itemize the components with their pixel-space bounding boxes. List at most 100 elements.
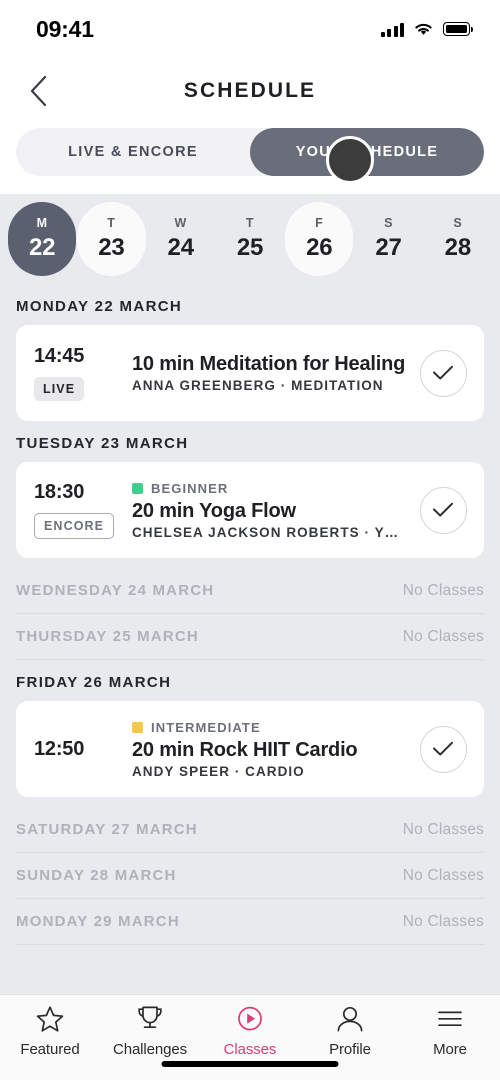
class-card-info: 10 min Meditation for Healing ANNA GREEN… xyxy=(132,353,416,393)
segmented-control-wrap: LIVE & ENCORE YOUR SCHEDULE xyxy=(0,124,500,194)
class-card-left: 18:30 ENCORE xyxy=(30,481,132,539)
completed-check-button[interactable] xyxy=(419,349,467,397)
date-cell-27[interactable]: S 27 xyxy=(354,202,422,276)
no-classes-label: No Classes xyxy=(402,627,484,645)
date-strip: M 22 T 23 W 24 T 25 F 26 S 27 S 28 xyxy=(0,194,500,284)
play-circle-icon xyxy=(238,1006,262,1031)
empty-day-row: MONDAY 29 MARCH No Classes xyxy=(16,899,484,945)
status-bar: 09:41 xyxy=(0,0,500,58)
segmented-control: LIVE & ENCORE YOUR SCHEDULE xyxy=(16,128,484,176)
date-number: 25 xyxy=(236,234,264,261)
date-cell-28[interactable]: S 28 xyxy=(424,202,492,276)
schedule-list[interactable]: MONDAY 22 MARCH 14:45 LIVE 10 min Medita… xyxy=(0,284,500,994)
no-classes-label: No Classes xyxy=(402,866,484,884)
no-classes-label: No Classes xyxy=(402,581,484,599)
class-card-info: INTERMEDIATE 20 min Rock HIIT Cardio AND… xyxy=(132,720,416,779)
date-number: 27 xyxy=(375,234,402,261)
class-time: 18:30 xyxy=(34,481,85,503)
date-number: 23 xyxy=(98,234,125,261)
level-color-swatch xyxy=(132,721,143,733)
tab-classes[interactable]: Classes xyxy=(200,1005,300,1058)
section-heading: MONDAY 29 MARCH xyxy=(16,913,180,930)
date-dow: W xyxy=(174,216,187,230)
date-cell-26[interactable]: F 26 xyxy=(285,202,354,276)
no-classes-label: No Classes xyxy=(402,820,484,838)
class-card[interactable]: 18:30 ENCORE BEGINNER 20 min Yoga Flow C… xyxy=(16,462,484,558)
empty-day-row: SATURDAY 27 MARCH No Classes xyxy=(16,807,484,853)
date-dow: S xyxy=(384,216,394,230)
tab-label: Classes xyxy=(223,1041,277,1058)
class-card-action xyxy=(416,349,470,397)
tab-live-and-encore[interactable]: LIVE & ENCORE xyxy=(16,128,250,176)
completed-check-button[interactable] xyxy=(419,486,467,534)
date-cell-23[interactable]: T 23 xyxy=(77,202,146,276)
tab-label: Profile xyxy=(329,1041,371,1058)
empty-day-row: SUNDAY 28 MARCH No Classes xyxy=(16,853,484,899)
date-dow: M xyxy=(36,216,48,230)
class-title: 20 min Yoga Flow xyxy=(132,499,296,522)
chevron-left-icon xyxy=(30,75,46,107)
check-icon xyxy=(433,365,453,380)
check-icon xyxy=(433,502,453,517)
date-number: 28 xyxy=(444,234,471,261)
tab-more[interactable]: More xyxy=(400,1005,500,1058)
bottom-tab-bar: Featured Challenges Classes Profile More xyxy=(0,994,500,1080)
class-badge-encore: ENCORE xyxy=(34,513,115,539)
class-meta: ANNA GREENBERG · MEDITATION xyxy=(132,378,384,393)
date-number: 26 xyxy=(306,234,333,261)
tab-featured[interactable]: Featured xyxy=(0,1005,100,1058)
trophy-icon xyxy=(138,1006,162,1029)
section-heading: WEDNESDAY 24 MARCH xyxy=(16,582,215,599)
date-dow: T xyxy=(245,216,255,230)
level-color-swatch xyxy=(132,482,143,494)
tab-challenges[interactable]: Challenges xyxy=(100,1005,200,1058)
class-level: BEGINNER xyxy=(132,481,416,496)
check-icon xyxy=(433,741,453,756)
date-cell-25[interactable]: T 25 xyxy=(216,202,284,276)
section-heading: SATURDAY 27 MARCH xyxy=(16,821,198,838)
back-button[interactable] xyxy=(16,69,60,113)
class-time: 12:50 xyxy=(34,737,85,760)
class-badge-live: LIVE xyxy=(34,377,85,401)
section-heading: THURSDAY 25 MARCH xyxy=(16,628,199,645)
home-indicator xyxy=(161,1061,339,1067)
tab-your-schedule[interactable]: YOUR SCHEDULE xyxy=(250,128,484,176)
date-number: 24 xyxy=(167,234,194,261)
status-time: 09:41 xyxy=(36,15,94,42)
tab-profile[interactable]: Profile xyxy=(300,1005,400,1058)
class-card[interactable]: 14:45 LIVE 10 min Meditation for Healing… xyxy=(16,325,484,421)
tab-label: More xyxy=(433,1041,467,1058)
hamburger-menu-icon xyxy=(438,1011,462,1027)
battery-full-icon xyxy=(443,22,473,36)
tab-label: Challenges xyxy=(112,1041,188,1058)
section-heading: TUESDAY 23 MARCH xyxy=(16,435,189,452)
nav-bar: SCHEDULE xyxy=(0,58,500,124)
level-label: INTERMEDIATE xyxy=(151,719,261,735)
empty-day-row: THURSDAY 25 MARCH No Classes xyxy=(16,614,484,660)
date-cell-24[interactable]: W 24 xyxy=(147,202,215,276)
class-card-action xyxy=(416,725,470,773)
class-meta: CHELSEA JACKSON ROBERTS · Y… xyxy=(132,524,400,540)
class-card-left: 14:45 LIVE xyxy=(30,345,132,401)
cellular-bars-icon xyxy=(380,22,404,37)
class-title: 20 min Rock HIIT Cardio xyxy=(132,738,358,761)
page-title: SCHEDULE xyxy=(183,79,317,102)
no-classes-label: No Classes xyxy=(402,912,484,930)
empty-day-row: WEDNESDAY 24 MARCH No Classes xyxy=(16,568,484,614)
star-icon xyxy=(36,1006,64,1032)
date-dow: T xyxy=(107,216,116,230)
section-heading: FRIDAY 26 MARCH xyxy=(16,674,172,691)
class-meta: ANDY SPEER · CARDIO xyxy=(132,763,305,779)
wifi-icon xyxy=(415,23,432,35)
date-cell-22[interactable]: M 22 xyxy=(8,202,77,276)
level-label: BEGINNER xyxy=(151,480,229,496)
section-heading: MONDAY 22 MARCH xyxy=(16,298,183,315)
class-card[interactable]: 12:50 INTERMEDIATE 20 min Rock HIIT Card… xyxy=(16,701,484,797)
date-dow: S xyxy=(453,216,463,230)
class-level: INTERMEDIATE xyxy=(132,720,416,735)
class-time: 14:45 xyxy=(34,345,85,367)
section-heading: SUNDAY 28 MARCH xyxy=(16,867,177,884)
phone-screen: 09:41 SCHEDULE LIVE & ENCORE YOUR SCHEDU… xyxy=(0,0,500,1080)
class-card-info: BEGINNER 20 min Yoga Flow CHELSEA JACKSO… xyxy=(132,481,416,540)
completed-check-button[interactable] xyxy=(419,725,467,773)
